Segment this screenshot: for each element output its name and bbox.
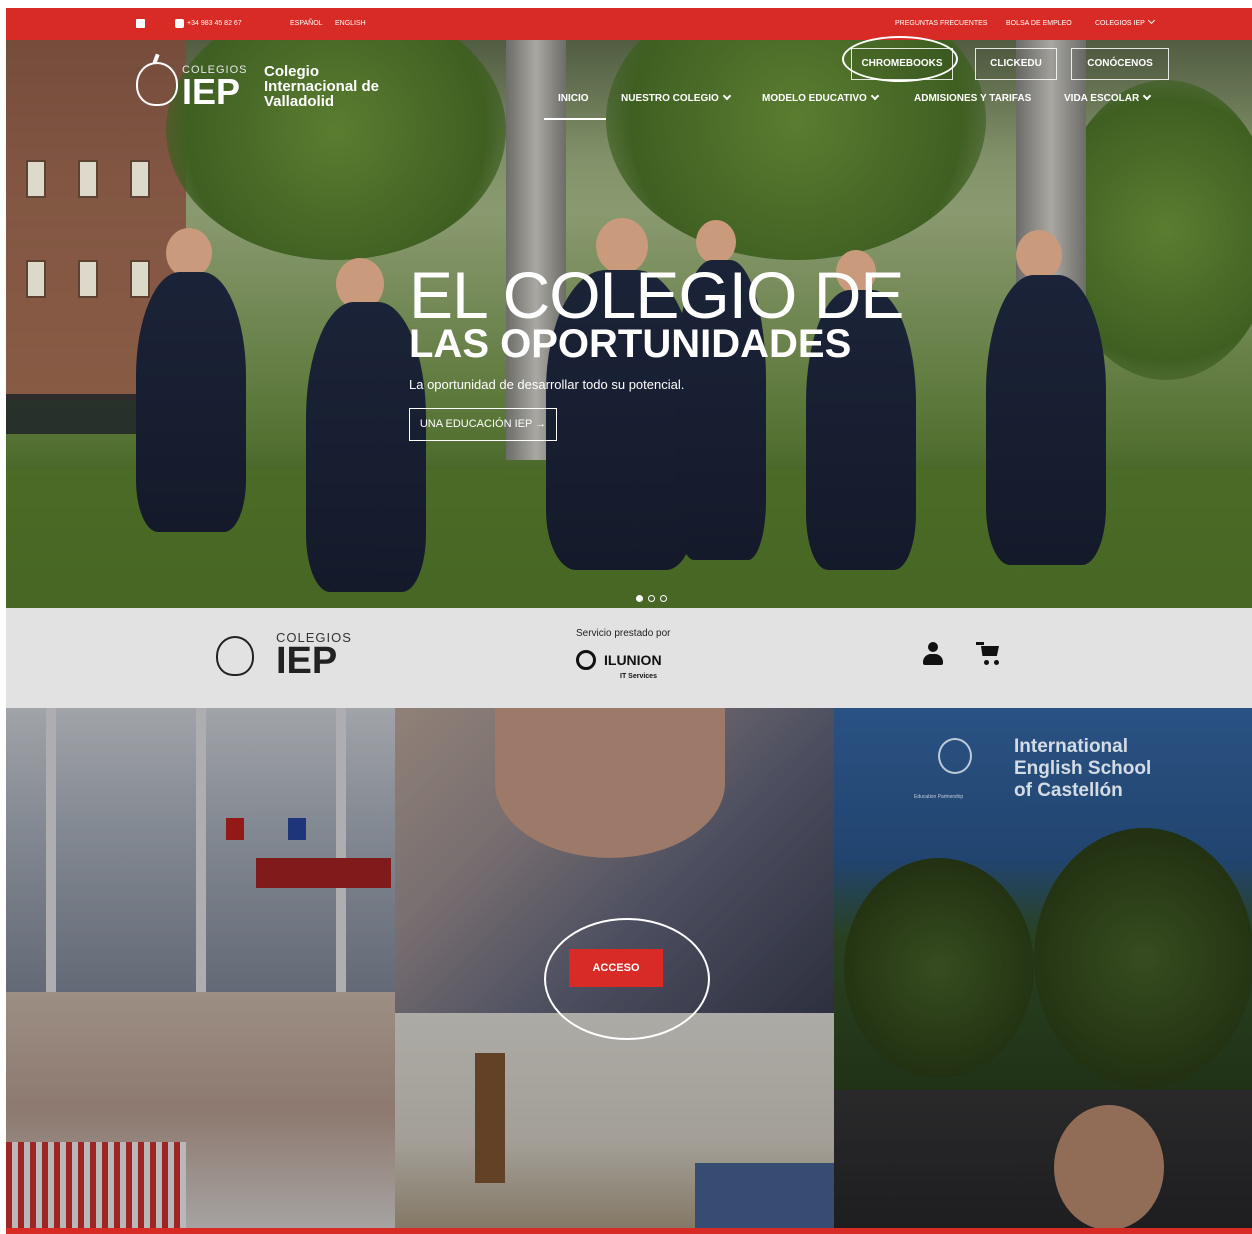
annotation-circle-acceso: [544, 918, 710, 1040]
photo-hallway: [6, 708, 395, 992]
nav-inicio[interactable]: INICIO: [558, 93, 589, 104]
hero-photo-bench: [6, 394, 156, 434]
slider-dot-2[interactable]: [648, 595, 655, 602]
page: f +34 983 45 82 67 ESPAÑOL ENGLISH PREGU…: [6, 8, 1252, 1234]
logos-band: COLEGIOS IEP Servicio prestado por ILUNI…: [6, 608, 1252, 708]
slider-dot-1[interactable]: [636, 595, 643, 602]
iep-logo-text: IEP: [276, 640, 338, 682]
nav-admisiones-y-tarifas[interactable]: ADMISIONES Y TARIFAS: [914, 93, 1031, 104]
apple-logo-icon: [136, 62, 178, 106]
apple-logo-icon: [216, 636, 254, 676]
bottom-red-bar: [6, 1228, 1252, 1234]
nav-vida-escolar[interactable]: VIDA ESCOLAR: [1064, 91, 1152, 104]
link-colegios-iep[interactable]: COLEGIOS IEP: [1095, 8, 1155, 40]
user-icon[interactable]: [922, 642, 944, 666]
photo-castellon-school: International English School of Castelló…: [834, 708, 1252, 1090]
slider-dot-3[interactable]: [660, 595, 667, 602]
phone-icon: [175, 19, 184, 28]
nav-modelo-educativo[interactable]: MODELO EDUCATIVO: [762, 91, 880, 104]
hero-title-line1: EL COLEGIO DE: [409, 258, 904, 332]
ilunion-logo-icon: [576, 650, 596, 670]
colegios-iep-label: COLEGIOS IEP: [1095, 20, 1145, 27]
castellon-sign: International English School of Castelló…: [1014, 736, 1152, 801]
nav-nuestro-colegio[interactable]: NUESTRO COLEGIO: [621, 91, 732, 104]
conocenos-button[interactable]: CONÓCENOS: [1071, 48, 1169, 80]
link-preguntas-frecuentes[interactable]: PREGUNTAS FRECUENTES: [895, 8, 987, 40]
photo-boy: [834, 1090, 1252, 1228]
photo-corridor: [395, 1013, 834, 1228]
apple-logo-icon: [938, 738, 972, 774]
language-espanol[interactable]: ESPAÑOL: [290, 8, 323, 40]
nav-nuestro-colegio-label: NUESTRO COLEGIO: [621, 93, 719, 104]
chevron-down-icon: [1147, 16, 1155, 25]
chevron-down-icon: [1142, 91, 1152, 101]
nav-modelo-educativo-label: MODELO EDUCATIVO: [762, 93, 867, 104]
facebook-icon[interactable]: f: [136, 19, 145, 39]
chevron-down-icon: [870, 91, 880, 101]
chevron-down-icon: [722, 91, 732, 101]
cart-icon[interactable]: [976, 642, 1002, 666]
ilunion-logo-text: ILUNION: [604, 652, 662, 668]
service-label: Servicio prestado por: [576, 628, 671, 639]
hero-cta-button[interactable]: UNA EDUCACIÓN IEP →: [409, 408, 557, 441]
language-english[interactable]: ENGLISH: [335, 8, 366, 40]
castellon-sign-tagline: Education Partnership: [914, 794, 964, 800]
annotation-circle-chromebooks: [842, 36, 958, 82]
nav-active-indicator: [544, 118, 606, 120]
phone-number[interactable]: +34 983 45 82 67: [187, 8, 242, 40]
photo-kids-drawing: [6, 992, 395, 1228]
hero-banner: COLEGIOS IEP Colegio Internacional de Va…: [6, 40, 1252, 608]
top-bar: f +34 983 45 82 67 ESPAÑOL ENGLISH PREGU…: [6, 8, 1252, 40]
hero-title-line2: LAS OPORTUNIDADES: [409, 322, 852, 366]
logo-iep: IEP: [182, 71, 241, 112]
logo-school-name: Colegio Internacional de Valladolid: [264, 63, 380, 110]
nav-vida-escolar-label: VIDA ESCOLAR: [1064, 93, 1140, 104]
clickedu-button[interactable]: CLICKEDU: [975, 48, 1057, 80]
hero-subtitle: La oportunidad de desarrollar todo su po…: [409, 377, 685, 392]
link-bolsa-de-empleo[interactable]: BOLSA DE EMPLEO: [1006, 8, 1072, 40]
ilunion-it-services: IT Services: [620, 673, 657, 680]
